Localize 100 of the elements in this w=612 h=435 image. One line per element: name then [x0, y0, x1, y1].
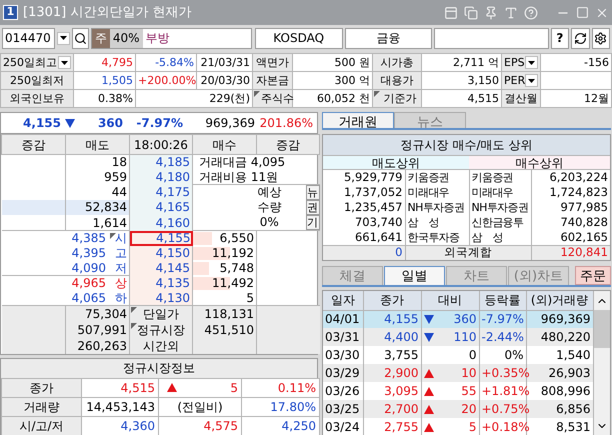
ask-quantity: 959 — [66, 170, 130, 184]
reference-price: 4,065 — [72, 292, 106, 304]
buy-volume: 602,165 — [531, 230, 610, 245]
buy-broker[interactable]: 키움증권 — [469, 170, 531, 185]
tab[interactable]: 거래원 — [322, 112, 394, 128]
scrollbar[interactable] — [594, 291, 610, 435]
table-cell: 5 — [468, 421, 476, 433]
sector-field: 금융 — [344, 28, 432, 48]
table-row[interactable]: 04/01 4,155 360 -7.97% 969,369 — [323, 310, 593, 328]
table-cell: 4,795 — [74, 54, 136, 72]
window-title: [1301] 시간외단일가 현재가 — [23, 4, 192, 22]
maximize-icon[interactable] — [576, 6, 589, 19]
field-label: 결산월 — [502, 90, 540, 108]
field-label: 자본금 — [252, 72, 292, 90]
sell-broker[interactable]: 미래대우 — [405, 185, 469, 200]
corner-mark-icon — [254, 91, 260, 97]
ask-quantity: 1,614 — [66, 215, 130, 230]
tab[interactable]: 일별 — [384, 266, 445, 285]
side-button[interactable]: 권 — [306, 200, 320, 215]
table-cell: 17.80% — [242, 397, 320, 416]
table-cell: 10 — [461, 367, 476, 379]
table-row[interactable]: 03/30 3,755 0 0% 1,540 — [323, 346, 593, 364]
sell-broker[interactable]: NH투자증권 — [405, 200, 469, 215]
field-label: EPS — [504, 57, 525, 68]
table-cell: 360 — [454, 313, 476, 326]
dropdown-button[interactable] — [58, 56, 71, 69]
sell-broker[interactable]: 키움증권 — [405, 170, 469, 185]
stock-code-field[interactable]: 014470 — [2, 28, 56, 48]
caret-icon — [528, 78, 536, 82]
side-button[interactable]: 기 — [306, 215, 320, 230]
reference-label: 고 — [115, 246, 127, 260]
side-button[interactable]: 뉴 — [306, 185, 320, 200]
volume-ratio: 201.86% — [258, 115, 313, 132]
reference-label: 시 — [115, 231, 127, 246]
help-button[interactable]: ? — [550, 28, 570, 48]
search-icon — [74, 32, 88, 44]
expected-label: 예상 — [257, 185, 282, 200]
column-header: 매도상위 — [323, 156, 469, 169]
table-cell: 4,515 — [422, 90, 502, 108]
ask-price[interactable]: 4,185 — [130, 154, 192, 170]
foreign-total-label: 외국계합 — [405, 245, 531, 260]
caret-icon — [528, 60, 535, 64]
buy-broker[interactable]: 삼 성 — [469, 230, 531, 245]
session-label: 단일가 — [143, 306, 179, 321]
copy-icon[interactable] — [464, 6, 478, 20]
reference-price: 4,385 — [72, 232, 106, 244]
pin-icon[interactable] — [484, 6, 498, 20]
table-cell: +200.00% — [136, 72, 196, 90]
ask-price[interactable]: 4,180 — [130, 170, 192, 184]
bid-price[interactable]: 4,145 — [130, 260, 192, 276]
session-label: 정규시장 — [137, 322, 185, 336]
table-cell: -156 — [540, 54, 612, 72]
down-triangle-icon — [65, 118, 75, 128]
table-cell: 0.38% — [74, 90, 136, 108]
buy-broker[interactable]: 신한금융투 — [469, 215, 531, 230]
sell-broker[interactable]: 한국투자증 — [405, 230, 469, 245]
reference-price: 4,395 — [72, 247, 106, 259]
ask-price[interactable]: 4,160 — [130, 215, 192, 230]
search-button[interactable] — [72, 28, 89, 48]
dropdown-button[interactable] — [525, 74, 538, 87]
settings-button[interactable] — [592, 28, 610, 48]
text-icon[interactable] — [504, 6, 518, 20]
caret-icon — [61, 60, 68, 64]
ask-price[interactable]: 4,175 — [130, 184, 192, 200]
table-cell: 110 — [454, 331, 476, 343]
panel-icon[interactable] — [444, 6, 458, 20]
buy-broker[interactable]: 미래대우 — [469, 185, 531, 200]
sell-broker[interactable]: 삼 성 — [405, 215, 469, 230]
bid-price[interactable]: 4,155 — [130, 230, 192, 246]
bid-quantity: 5 — [246, 290, 254, 305]
foreign-sell-total: 0 — [323, 245, 405, 260]
bid-quantity: 11,492 — [212, 276, 254, 290]
refresh-button[interactable] — [571, 28, 590, 48]
scrollbar-thumb[interactable] — [594, 310, 610, 348]
field-label: 액면가 — [252, 54, 292, 72]
bid-price[interactable]: 4,130 — [130, 290, 192, 306]
table-row[interactable]: 03/31 4,400 110 -2.44% 480,220 — [323, 328, 593, 346]
buy-broker[interactable]: NH투자증권 — [469, 200, 531, 215]
table-cell: 60,052 천 — [292, 90, 372, 108]
field-label: 시가총 — [372, 54, 422, 72]
table-cell: 4,575 — [158, 416, 242, 435]
help-icon[interactable] — [524, 6, 538, 20]
ask-price[interactable]: 4,165 — [130, 200, 192, 216]
column-header: 대비 — [421, 291, 479, 310]
field-label: 주식수 — [261, 92, 294, 105]
sell-volume: 703,740 — [323, 215, 405, 230]
bid-price[interactable]: 4,135 — [130, 276, 192, 290]
dropdown-button[interactable] — [57, 32, 70, 44]
buy-volume: 6,203,224 — [531, 170, 610, 185]
table-cell: 14,453,143 — [82, 397, 158, 416]
bid-price[interactable]: 4,150 — [130, 246, 192, 260]
price-change: 360 — [96, 115, 123, 132]
order-button[interactable]: 주문 — [575, 266, 611, 285]
buy-volume: 740,828 — [531, 215, 610, 230]
dropdown-button[interactable] — [525, 56, 538, 69]
quantity-label: 수량 — [257, 200, 282, 215]
refresh-icon — [574, 32, 587, 44]
column-header: 일자 — [323, 291, 363, 310]
corner-mark-icon — [131, 307, 137, 313]
corner-mark-icon — [110, 233, 116, 240]
